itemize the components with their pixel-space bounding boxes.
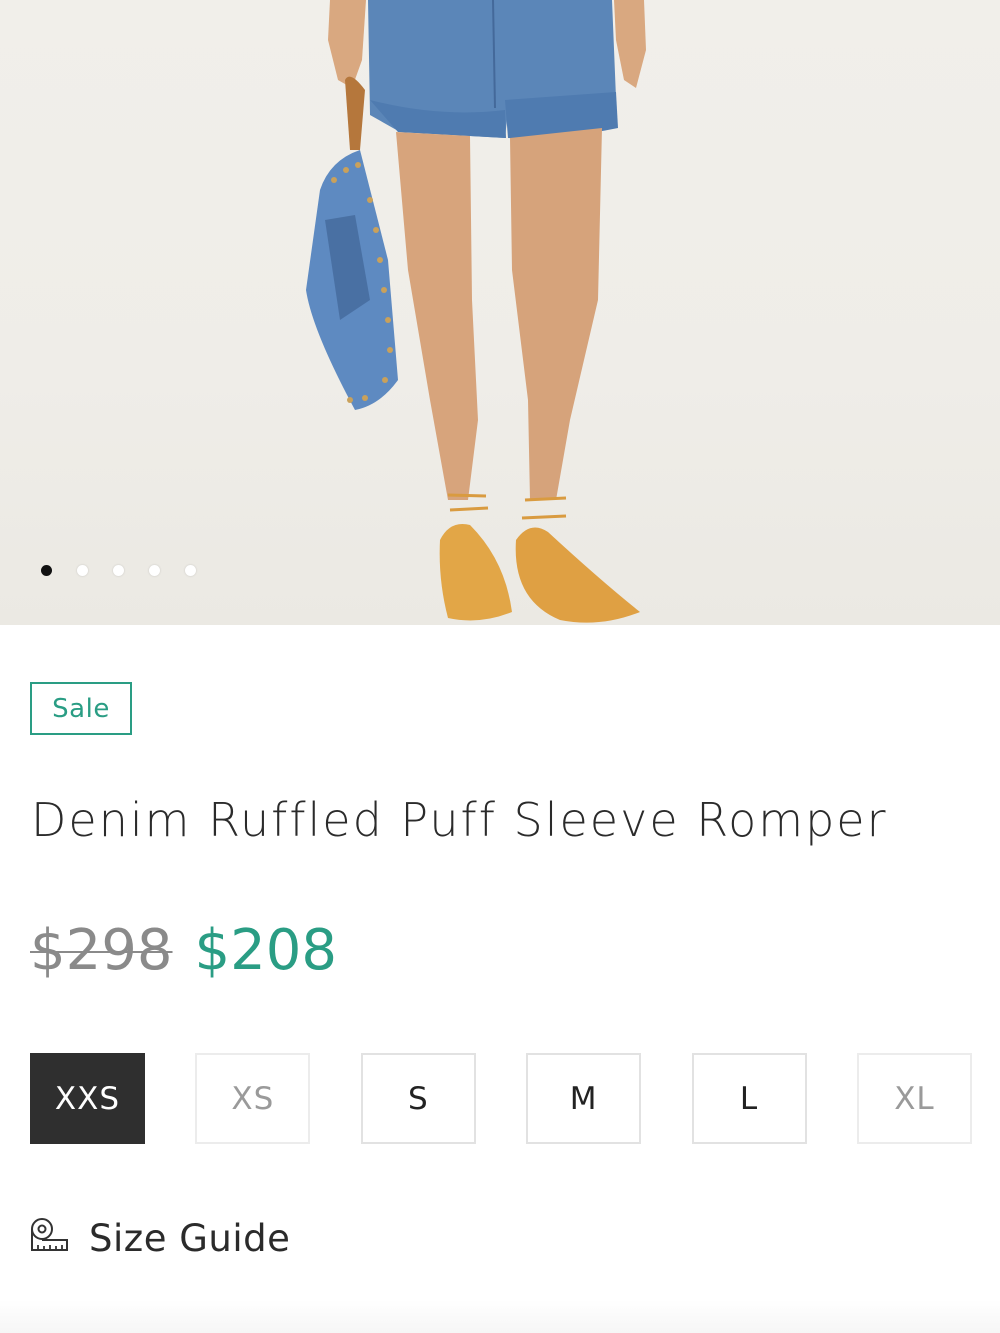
measuring-tape-icon xyxy=(29,1216,69,1260)
product-photo xyxy=(306,0,646,623)
size-option-xs[interactable]: XS xyxy=(195,1053,311,1144)
product-page: Sale Denim Ruffled Puff Sleeve Romper $2… xyxy=(0,0,1000,1333)
carousel-dot-3[interactable] xyxy=(113,565,124,576)
size-option-s[interactable]: S xyxy=(360,1053,476,1144)
size-option-m[interactable]: M xyxy=(526,1053,642,1144)
product-image-carousel[interactable] xyxy=(0,0,1000,625)
sale-badge: Sale xyxy=(30,682,132,735)
size-option-l[interactable]: L xyxy=(691,1053,807,1144)
size-option-xxs[interactable]: XXS xyxy=(30,1053,145,1144)
size-option-xl[interactable]: XL xyxy=(856,1053,972,1144)
price-block: $298 $208 xyxy=(30,918,337,983)
carousel-dot-5[interactable] xyxy=(185,565,196,576)
carousel-dot-1[interactable] xyxy=(41,565,52,576)
content-fade xyxy=(0,1300,1000,1333)
size-selector: XXS XS S M L XL xyxy=(30,1053,972,1144)
size-guide-link[interactable]: Size Guide xyxy=(29,1216,290,1260)
original-price: $298 xyxy=(30,918,173,983)
size-guide-label: Size Guide xyxy=(89,1216,291,1260)
carousel-dot-4[interactable] xyxy=(149,565,160,576)
carousel-dot-2[interactable] xyxy=(77,565,88,576)
carousel-pagination xyxy=(41,565,196,576)
product-title: Denim Ruffled Puff Sleeve Romper xyxy=(31,793,888,847)
sale-price: $208 xyxy=(194,918,338,983)
